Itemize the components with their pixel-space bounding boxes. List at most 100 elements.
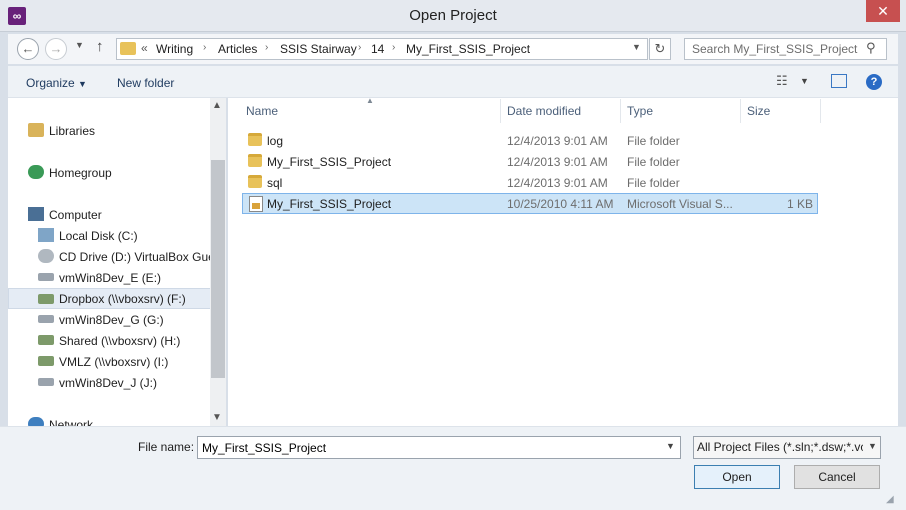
table-row-selected[interactable]: My_First_SSIS_Project 10/25/2010 4:11 AM…: [242, 193, 818, 214]
column-divider[interactable]: [740, 99, 741, 123]
nav-item-label: Local Disk (C:): [59, 229, 138, 243]
cd-drive-icon: [38, 249, 54, 263]
chevron-right-icon[interactable]: ›: [392, 42, 395, 53]
chevron-right-icon[interactable]: ›: [203, 42, 206, 53]
nav-item-label: Dropbox (\\vboxsrv) (F:): [59, 292, 186, 306]
close-button[interactable]: ✕: [866, 0, 900, 22]
nav-item-shared[interactable]: Shared (\\vboxsrv) (H:): [8, 330, 218, 351]
nav-item-label: Computer: [49, 208, 102, 222]
help-icon[interactable]: ?: [866, 74, 882, 90]
sort-ascending-icon: ▲: [366, 96, 374, 105]
nav-item-label: CD Drive (D:) VirtualBox Gues: [59, 250, 221, 264]
open-button[interactable]: Open: [694, 465, 780, 489]
drive-icon: [38, 315, 54, 323]
cancel-button[interactable]: Cancel: [794, 465, 880, 489]
chevron-down-icon: ▼: [632, 42, 641, 52]
nav-item-computer[interactable]: Computer: [8, 204, 218, 225]
nav-item-network[interactable]: Network: [8, 414, 218, 426]
column-header-type[interactable]: Type: [627, 104, 653, 118]
search-icon[interactable]: ⚲: [866, 40, 876, 56]
folder-icon: [120, 42, 136, 55]
nav-item-drive-g[interactable]: vmWin8Dev_G (G:): [8, 309, 218, 330]
nav-item-local-disk[interactable]: Local Disk (C:): [8, 225, 218, 246]
views-icon[interactable]: ☷: [776, 73, 788, 89]
chevron-right-icon[interactable]: ›: [358, 42, 361, 53]
column-header-date[interactable]: Date modified: [507, 104, 581, 118]
network-drive-icon: [38, 294, 54, 304]
preview-pane-icon[interactable]: [831, 74, 847, 88]
nav-item-cd-drive[interactable]: CD Drive (D:) VirtualBox Gues: [8, 246, 221, 267]
nav-item-dropbox[interactable]: Dropbox (\\vboxsrv) (F:): [8, 288, 218, 309]
column-divider[interactable]: [820, 99, 821, 123]
navigation-pane: Libraries Homegroup Computer Local Disk …: [8, 98, 226, 426]
libraries-icon: [28, 123, 44, 137]
network-drive-icon: [38, 356, 54, 366]
local-disk-icon: [38, 228, 54, 242]
breadcrumb-item[interactable]: 14: [371, 42, 384, 56]
filename-input[interactable]: [197, 436, 681, 459]
file-name: log: [267, 134, 284, 148]
back-button[interactable]: ←: [17, 38, 39, 60]
nav-item-label: VMLZ (\\vboxsrv) (I:): [59, 355, 169, 369]
organize-button[interactable]: Organize ▼: [26, 76, 87, 90]
breadcrumb-item[interactable]: My_First_SSIS_Project: [406, 42, 530, 56]
file-date: 12/4/2013 9:01 AM: [507, 155, 608, 169]
arrow-right-icon: →: [49, 41, 63, 56]
solution-file-icon: [249, 196, 263, 212]
chevron-down-icon[interactable]: ▼: [800, 76, 809, 86]
file-name: My_First_SSIS_Project: [267, 155, 392, 169]
nav-item-label: Homegroup: [49, 166, 112, 180]
table-row[interactable]: sql 12/4/2013 9:01 AM File folder: [242, 172, 818, 193]
table-row[interactable]: My_First_SSIS_Project 12/4/2013 9:01 AM …: [242, 151, 818, 172]
breadcrumb-item[interactable]: Writing: [156, 42, 193, 56]
arrow-up-icon: ↑: [96, 38, 104, 55]
chevron-right-icon[interactable]: ›: [265, 42, 268, 53]
nav-item-drive-j[interactable]: vmWin8Dev_J (J:): [8, 372, 218, 393]
chevron-down-icon: ▼: [75, 40, 84, 50]
nav-item-drive-e[interactable]: vmWin8Dev_E (E:): [8, 267, 218, 288]
resize-grip-icon[interactable]: ◢: [886, 494, 894, 505]
chevron-down-icon[interactable]: ▼: [666, 441, 675, 451]
forward-button[interactable]: →: [45, 38, 67, 60]
nav-scroll-thumb[interactable]: [211, 160, 225, 378]
nav-item-homegroup[interactable]: Homegroup: [8, 162, 218, 183]
refresh-button[interactable]: ↻: [649, 38, 671, 60]
column-divider[interactable]: [620, 99, 621, 123]
table-row[interactable]: log 12/4/2013 9:01 AM File folder: [242, 130, 818, 151]
nav-item-label: vmWin8Dev_G (G:): [59, 313, 164, 327]
folder-icon: [248, 175, 262, 188]
breadcrumb-item[interactable]: Articles: [218, 42, 257, 56]
breadcrumb-item[interactable]: SSIS Stairway: [280, 42, 357, 56]
scroll-up-icon[interactable]: ▲: [212, 100, 222, 111]
up-button[interactable]: ↑: [96, 38, 104, 55]
column-divider[interactable]: [500, 99, 501, 123]
file-date: 10/25/2010 4:11 AM: [507, 197, 614, 211]
drive-icon: [38, 273, 54, 281]
window-title: Open Project: [409, 7, 497, 24]
column-header-size[interactable]: Size: [747, 104, 770, 118]
chevron-down-icon: ▼: [78, 79, 87, 89]
address-dropdown-button[interactable]: ▼: [632, 42, 641, 52]
nav-item-libraries[interactable]: Libraries: [8, 120, 218, 141]
refresh-icon: ↻: [654, 41, 666, 56]
scroll-down-icon[interactable]: ▼: [212, 412, 222, 423]
file-size: 1 KB: [786, 197, 813, 211]
file-name: My_First_SSIS_Project: [267, 197, 392, 211]
file-type: File folder: [627, 155, 680, 169]
recent-locations-button[interactable]: ▼: [75, 40, 84, 50]
file-type: File folder: [627, 176, 680, 190]
nav-item-label: vmWin8Dev_J (J:): [59, 376, 158, 390]
folder-icon: [248, 154, 262, 167]
breadcrumb-overflow[interactable]: «: [141, 41, 148, 55]
file-type: File folder: [627, 134, 680, 148]
file-type: Microsoft Visual S...: [627, 197, 733, 211]
new-folder-button[interactable]: New folder: [117, 76, 174, 90]
file-name: sql: [267, 176, 283, 190]
column-header-name[interactable]: Name: [246, 104, 278, 118]
nav-item-vmlz[interactable]: VMLZ (\\vboxsrv) (I:): [8, 351, 218, 372]
chevron-down-icon[interactable]: ▼: [868, 441, 877, 451]
filetype-value: All Project Files (*.sln;*.dsw;*.vc: [697, 440, 863, 454]
nav-item-label: Shared (\\vboxsrv) (H:): [59, 334, 181, 348]
network-drive-icon: [38, 335, 54, 345]
network-icon: [28, 417, 44, 426]
